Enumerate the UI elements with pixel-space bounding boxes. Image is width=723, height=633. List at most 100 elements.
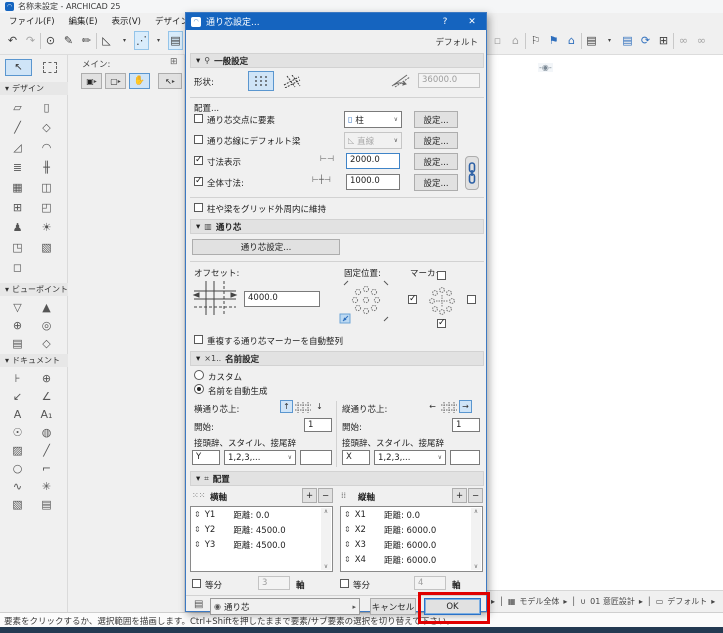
door-tool-icon[interactable]: ◫ xyxy=(32,177,61,197)
cancel-button[interactable]: キャンセル xyxy=(370,598,416,615)
drawing-tool-icon[interactable]: ▤ xyxy=(32,495,61,513)
grab-mode-button[interactable]: ✋ xyxy=(129,73,150,89)
h-direction-down-button[interactable]: ↓ xyxy=(313,400,326,413)
grid-window-icon[interactable]: ⊞ xyxy=(655,31,672,50)
shape-skewed-toggle[interactable] xyxy=(280,72,304,90)
quickbar-dimension-style[interactable]: デフォルト xyxy=(667,596,707,607)
h-axis-count-field[interactable]: 3 xyxy=(258,576,290,590)
opening-tool-icon[interactable]: ◻ xyxy=(3,257,32,277)
v-suffix-field[interactable] xyxy=(450,450,480,465)
auto-align-markers-label[interactable]: 重複する通り芯マーカーを自動整列 xyxy=(207,335,343,347)
menu-view[interactable]: 表示(V) xyxy=(105,15,148,27)
grid-marker-element[interactable]: -◉- xyxy=(538,63,553,72)
dialog-close-button[interactable]: ✕ xyxy=(458,17,486,27)
shell-tool-icon[interactable]: ◠ xyxy=(32,137,61,157)
quickbar-model-scope[interactable]: モデル全体 xyxy=(519,596,559,607)
window-tool-icon[interactable]: ⊞ xyxy=(3,197,32,217)
v-equal-division-label[interactable]: 等分 xyxy=(353,579,370,591)
toolbar-divider[interactable] xyxy=(40,32,41,49)
beam-settings-button[interactable]: 設定... xyxy=(414,132,458,149)
section-grid-line[interactable]: ▾ ▥ 通り芯 xyxy=(190,219,484,234)
row-drag-handle-icon[interactable]: ⇕ xyxy=(194,510,201,519)
marquee-tool[interactable] xyxy=(36,59,63,76)
snap-guides-caret-icon[interactable]: ▾ xyxy=(150,31,167,50)
v-axis-remove-button[interactable]: − xyxy=(468,488,483,503)
home-story-icon[interactable]: ⌂ xyxy=(507,31,524,50)
quickbar-dimension-style-arrow[interactable]: ▸ xyxy=(711,597,715,606)
toolbar-divider[interactable] xyxy=(96,32,97,49)
toolbar-divider[interactable] xyxy=(673,32,674,49)
pick-up-parameters-icon[interactable]: ⊙ xyxy=(42,31,59,50)
grid-row[interactable]: ⇕ Y1 距離: 0.0 xyxy=(191,507,332,522)
keep-in-perimeter-checkbox[interactable] xyxy=(194,203,203,212)
shape-orthogonal-toggle[interactable] xyxy=(248,71,274,91)
section-tool-icon[interactable]: ▽ xyxy=(3,298,32,316)
morph-tool-icon[interactable]: ◳ xyxy=(3,237,32,257)
keep-in-perimeter-label[interactable]: 柱や梁をグリッド外周内に維持 xyxy=(207,203,326,215)
v-start-field[interactable]: 1 xyxy=(452,418,480,432)
worksheet-tool-icon[interactable]: ▤ xyxy=(3,334,32,352)
elevation-dimension-tool-icon[interactable]: ↙ xyxy=(3,387,32,405)
guide-lines-caret-icon[interactable]: ▾ xyxy=(116,31,133,50)
auto-name-label[interactable]: 名前を自動生成 xyxy=(208,385,268,397)
snap-guides-icon[interactable]: ⋰ xyxy=(134,31,149,50)
skylight-tool-icon[interactable]: ◰ xyxy=(32,197,61,217)
update-view-icon[interactable]: ⟳ xyxy=(637,31,654,50)
h-equal-division-checkbox[interactable] xyxy=(192,579,201,588)
h-axis-remove-button[interactable]: − xyxy=(318,488,333,503)
layers-icon[interactable]: ▤ xyxy=(194,599,203,610)
dimension-display-checkbox[interactable] xyxy=(194,156,203,165)
toolbar-divider[interactable] xyxy=(525,32,526,49)
rotation-value-field[interactable]: 36000.0 xyxy=(418,73,480,88)
row-drag-handle-icon[interactable]: ⇕ xyxy=(344,555,351,564)
camera-tool-icon[interactable]: ◇ xyxy=(32,334,61,352)
auto-align-markers-checkbox[interactable] xyxy=(194,335,203,344)
h-prefix-field[interactable]: Y xyxy=(192,450,220,465)
dialog-help-button[interactable]: ? xyxy=(432,17,458,27)
toolbar-divider[interactable] xyxy=(581,32,582,49)
h-suffix-field[interactable] xyxy=(300,450,332,465)
elements-at-intersections-checkbox[interactable] xyxy=(194,114,203,123)
scroll-up-icon[interactable]: ∧ xyxy=(324,508,328,515)
flag-icon[interactable]: ⚐ xyxy=(527,31,544,50)
grid-row[interactable]: ⇕ Y3 距離: 4500.0 xyxy=(191,537,332,552)
v-style-dropdown[interactable]: 1,2,3,... ∨ xyxy=(374,450,446,465)
dimension-tool-icon[interactable]: ⊦ xyxy=(3,369,32,387)
beam-type-dropdown[interactable]: ◺ 直線 ∨ xyxy=(344,132,402,149)
v-equal-division-checkbox[interactable] xyxy=(340,579,349,588)
vertical-axis-list[interactable]: ⇕ X1 距離: 0.0 ⇕ X2 距離: 6000.0 ⇕ X3 距離: 60… xyxy=(340,506,483,572)
arrow-flyout-button[interactable]: ↖ ▸ xyxy=(158,73,182,89)
grid-row[interactable]: ⇕ X2 距離: 6000.0 xyxy=(341,522,482,537)
default-beam-label[interactable]: 通り芯線にデフォルト梁 xyxy=(207,135,301,147)
quickbar-layer-combination[interactable]: 01 意匠設計 xyxy=(590,596,635,607)
section-layout[interactable]: ▾ ⌗ 配置 xyxy=(190,471,484,486)
total-dimension-label[interactable]: 全体寸法: xyxy=(207,177,244,189)
fill-tool-icon[interactable]: ▨ xyxy=(3,441,32,459)
toolbox-section-design[interactable]: ▾ デザイン xyxy=(0,82,73,95)
scroll-up-icon[interactable]: ∧ xyxy=(474,508,478,515)
toolbox-section-viewpoint[interactable]: ▾ ビューポイント xyxy=(0,283,73,296)
level-dimension-tool-icon[interactable]: ⊕ xyxy=(32,369,61,387)
ok-button[interactable]: OK xyxy=(424,598,481,615)
model-view-options-icon[interactable]: ▦ xyxy=(508,597,516,606)
object-tool-icon[interactable]: ♟ xyxy=(3,217,32,237)
snap-points-icon[interactable]: ▤ xyxy=(168,31,183,50)
v-prefix-field[interactable]: X xyxy=(342,450,370,465)
quickbar-divider[interactable]: │ xyxy=(571,597,576,606)
marker-right-checkbox[interactable] xyxy=(467,295,476,304)
marker-bottom-checkbox[interactable] xyxy=(437,319,446,328)
grid-row[interactable]: ⇕ Y2 距離: 4500.0 xyxy=(191,522,332,537)
spline-tool-icon[interactable]: ∿ xyxy=(3,477,32,495)
v-direction-right-button[interactable]: → xyxy=(459,400,472,413)
custom-name-label[interactable]: カスタム xyxy=(208,371,242,383)
angle-dimension-tool-icon[interactable]: ∠ xyxy=(32,387,61,405)
roof-tool-icon[interactable]: ◿ xyxy=(3,137,32,157)
link-2-icon[interactable]: ∞ xyxy=(693,31,710,50)
grid-row[interactable]: ⇕ X4 距離: 6000.0 xyxy=(341,552,482,567)
grid-row[interactable]: ⇕ X1 距離: 0.0 xyxy=(341,507,482,522)
quickbar-layer-combination-arrow[interactable]: ▸ xyxy=(639,597,643,606)
v-axis-count-field[interactable]: 4 xyxy=(414,576,446,590)
column-tool-icon[interactable]: ▯ xyxy=(32,97,61,117)
stamp-tool-icon[interactable]: ◍ xyxy=(32,423,61,441)
quickbar-pane-arrow[interactable]: ▸ xyxy=(491,597,495,606)
